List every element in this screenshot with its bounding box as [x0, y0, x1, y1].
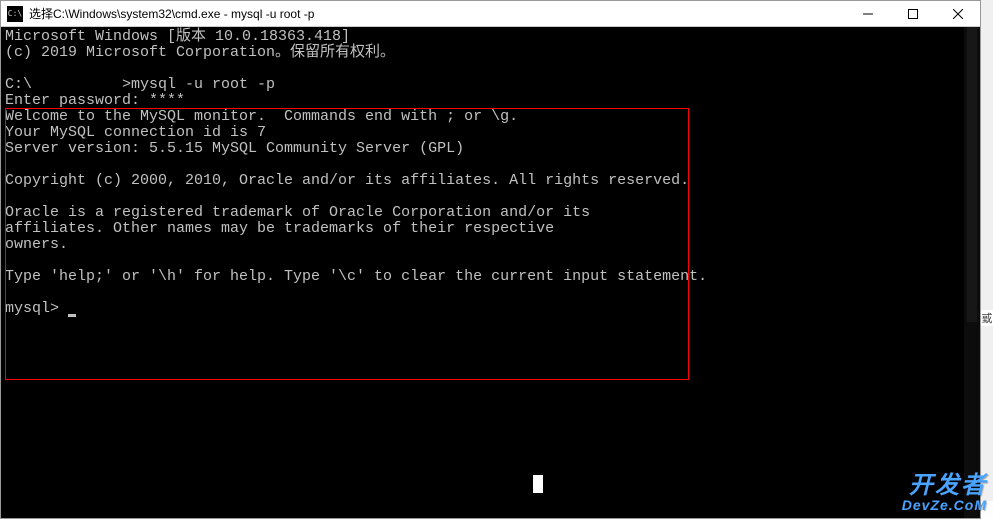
cmd-icon: C:\ [7, 6, 23, 22]
watermark: 开发者 DevZe.CoM [902, 473, 987, 513]
watermark-line1: 开发者 [902, 473, 987, 498]
close-button[interactable] [935, 1, 980, 27]
selection-caret [533, 475, 543, 493]
vertical-scrollbar[interactable] [964, 27, 980, 518]
watermark-line2: DevZe.CoM [902, 498, 987, 513]
redacted-path [32, 77, 122, 91]
cmd-window: C:\ 选择C:\Windows\system32\cmd.exe - mysq… [0, 0, 981, 519]
minimize-button[interactable] [845, 1, 890, 27]
scrollbar-thumb[interactable] [967, 27, 977, 322]
maximize-button[interactable] [890, 1, 935, 27]
terminal[interactable]: Microsoft Windows [版本 10.0.18363.418] (c… [1, 27, 980, 518]
window-controls [845, 1, 980, 27]
background-fragment: 戜 [981, 310, 993, 326]
window-title: 选择C:\Windows\system32\cmd.exe - mysql -u… [29, 5, 845, 22]
terminal-output: Microsoft Windows [版本 10.0.18363.418] (c… [1, 27, 980, 319]
terminal-cursor [68, 314, 76, 317]
titlebar[interactable]: C:\ 选择C:\Windows\system32\cmd.exe - mysq… [1, 1, 980, 27]
